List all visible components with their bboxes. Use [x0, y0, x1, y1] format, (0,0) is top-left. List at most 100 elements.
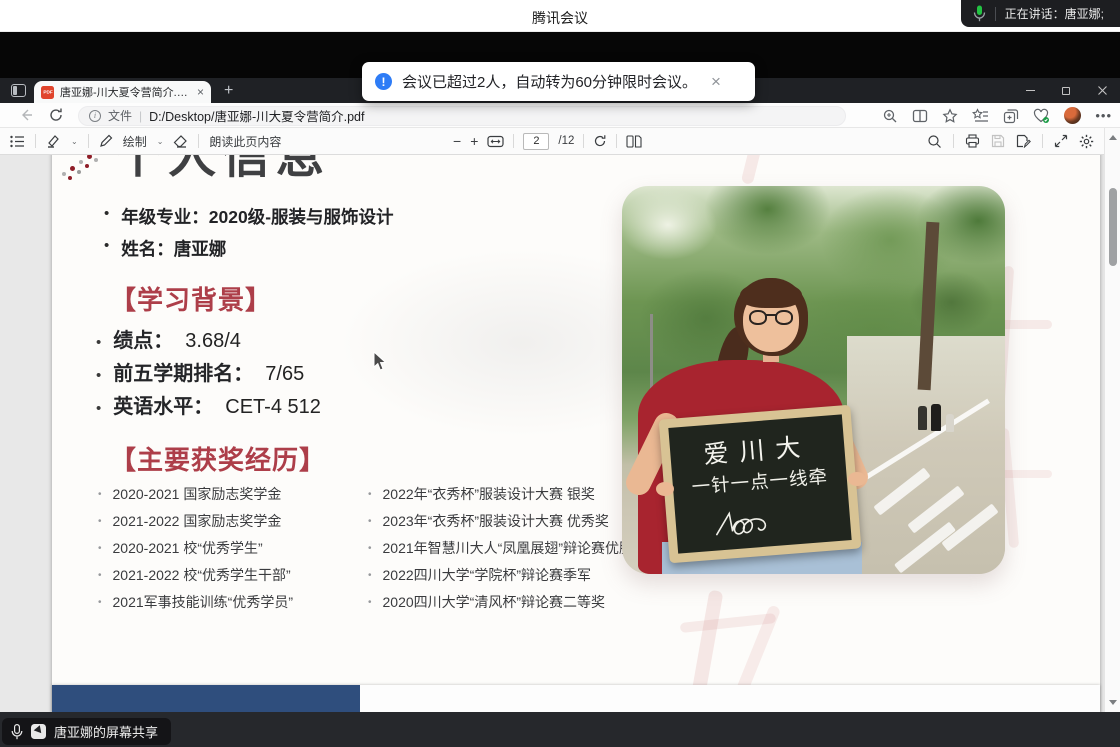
- study-label: 英语水平：: [113, 390, 213, 419]
- divider: [198, 134, 199, 148]
- photo-pedestrian: [931, 404, 941, 431]
- award-text: 2022年“衣秀杯”服装设计大赛 银奖: [383, 486, 595, 504]
- save-icon[interactable]: [991, 134, 1005, 148]
- award-text: 2022四川大学“学院杯”辩论赛季军: [383, 567, 591, 585]
- fit-width-icon[interactable]: [487, 135, 504, 148]
- list-item: • 2020-2021 国家励志奖学金: [98, 486, 370, 504]
- bullet-icon: •: [368, 540, 372, 558]
- meeting-title: 腾讯会议: [0, 8, 1120, 28]
- zoom-in-button[interactable]: +: [470, 134, 478, 148]
- eraser-icon[interactable]: [173, 135, 188, 148]
- bullet-icon: •: [98, 513, 102, 531]
- award-text: 2020-2021 校“优秀学生”: [113, 540, 263, 558]
- window-controls: [1012, 78, 1120, 103]
- bullet-icon: •: [98, 594, 102, 612]
- divider: [88, 134, 89, 148]
- bullet-icon: •: [98, 567, 102, 585]
- list-item: •2021军事技能训练“优秀学员”: [98, 594, 370, 612]
- scroll-up-icon[interactable]: [1109, 135, 1117, 140]
- bullet-icon: •: [98, 486, 102, 504]
- slide-title: 个人信息: [114, 155, 330, 188]
- settings-gear-icon[interactable]: [1079, 134, 1094, 149]
- divider: [995, 7, 996, 21]
- url-scheme-label: 文件: [108, 107, 132, 124]
- bullet-icon: •: [96, 334, 101, 351]
- list-item: • 2021-2022 国家励志奖学金: [98, 513, 370, 531]
- scroll-down-icon[interactable]: [1109, 700, 1117, 705]
- chevron-down-icon[interactable]: ⌄: [157, 137, 164, 146]
- url-field[interactable]: i 文件 | D:/Desktop/唐亚娜-川大夏令营简介.pdf: [78, 106, 846, 126]
- zoom-page-icon[interactable]: [882, 108, 898, 124]
- slide-deco-dots: [60, 155, 106, 182]
- split-screen-icon[interactable]: [912, 108, 928, 124]
- award-text: 2021-2022 校“优秀学生干部”: [113, 567, 291, 585]
- next-page-header-block: [52, 685, 360, 712]
- page-info-icon[interactable]: i: [89, 110, 101, 122]
- screen-share-icon: [31, 724, 46, 739]
- tab-close-icon[interactable]: ×: [197, 86, 204, 98]
- toast-message: 会议已超过2人，自动转为60分钟限时会议。: [402, 71, 697, 92]
- draw-label[interactable]: 绘制: [123, 133, 147, 150]
- browser-menu-icon[interactable]: •••: [1095, 108, 1112, 123]
- pdf-file-icon: PDF: [41, 86, 54, 99]
- minimize-button[interactable]: [1012, 78, 1048, 103]
- rotate-icon[interactable]: [593, 134, 607, 148]
- toast-close-button[interactable]: ×: [711, 73, 721, 90]
- pdf-scrollbar[interactable]: [1104, 128, 1120, 712]
- slide-watermark: [735, 604, 782, 697]
- browser-tab-active[interactable]: PDF 唐亚娜-川大夏令营简介.pdf ×: [34, 81, 211, 103]
- profile-avatar[interactable]: [1064, 107, 1081, 124]
- study-value: 7/65: [265, 363, 304, 386]
- divider: [953, 134, 954, 148]
- bullet-icon: •: [96, 367, 101, 384]
- award-text: 2020-2021 国家励志奖学金: [113, 486, 282, 504]
- toc-icon[interactable]: [10, 135, 25, 148]
- fullscreen-icon[interactable]: [1054, 134, 1068, 148]
- bullet-icon: •: [98, 540, 102, 558]
- search-icon[interactable]: [927, 134, 942, 149]
- mouse-cursor: [373, 351, 387, 372]
- draw-pen-icon[interactable]: [99, 134, 113, 148]
- save-as-icon[interactable]: [1016, 134, 1031, 148]
- page-view-icon[interactable]: [626, 135, 642, 148]
- divider: [513, 134, 514, 148]
- bullet-icon: •: [368, 486, 372, 504]
- study-value: CET-4 512: [225, 396, 321, 419]
- favorite-star-icon[interactable]: [942, 108, 958, 124]
- page-count-label: /12: [558, 135, 574, 147]
- pdf-page-current: 个人信息 • 年级专业：2020级-服装与服饰设计 •: [52, 155, 1100, 712]
- speaking-indicator: 正在讲话：唐亚娜;: [961, 0, 1120, 27]
- list-item: • 2020-2021 校“优秀学生”: [98, 540, 370, 558]
- scrollbar-thumb[interactable]: [1109, 188, 1117, 266]
- read-aloud-button[interactable]: 朗读此页内容: [209, 133, 281, 150]
- bullet-icon: •: [368, 513, 372, 531]
- zoom-out-button[interactable]: −: [453, 134, 461, 148]
- meeting-bottom-bar: 唐亚娜的屏幕共享: [0, 712, 1120, 747]
- bullet-icon: •: [96, 400, 101, 417]
- basic-info-row: • 年级专业：2020级-服装与服饰设计: [104, 204, 394, 229]
- info-icon: !: [375, 73, 392, 90]
- favorites-bar-icon[interactable]: [972, 108, 989, 124]
- photo-pedestrian: [918, 406, 927, 430]
- back-icon[interactable]: [18, 107, 34, 123]
- photo-pedestrian: [946, 414, 954, 432]
- pdf-viewport[interactable]: 个人信息 • 年级专业：2020级-服装与服饰设计 •: [0, 155, 1104, 712]
- bullet-icon: •: [104, 204, 109, 224]
- close-button[interactable]: [1084, 78, 1120, 103]
- browser-address-bar: i 文件 | D:/Desktop/唐亚娜-川大夏令营简介.pdf: [0, 103, 1120, 128]
- browser-essentials-icon[interactable]: [1033, 108, 1050, 124]
- page-number-input[interactable]: [523, 133, 549, 150]
- collections-icon[interactable]: [1003, 108, 1019, 124]
- tab-layout-icon[interactable]: [11, 84, 26, 97]
- study-row: • 绩点： 3.68/4: [96, 324, 241, 353]
- highlighter-icon[interactable]: [46, 134, 61, 148]
- refresh-icon[interactable]: [48, 107, 64, 123]
- bullet-icon: •: [368, 567, 372, 585]
- print-icon[interactable]: [965, 134, 980, 148]
- study-section-heading: 【学习背景】: [110, 280, 272, 317]
- new-tab-button[interactable]: +: [224, 81, 233, 100]
- award-text: 2021-2022 国家励志奖学金: [113, 513, 282, 531]
- award-text: 2021年智慧川大人“凤凰展翅”辩论赛优胜奖: [383, 540, 647, 558]
- maximize-button[interactable]: [1048, 78, 1084, 103]
- chevron-down-icon[interactable]: ⌄: [71, 137, 78, 146]
